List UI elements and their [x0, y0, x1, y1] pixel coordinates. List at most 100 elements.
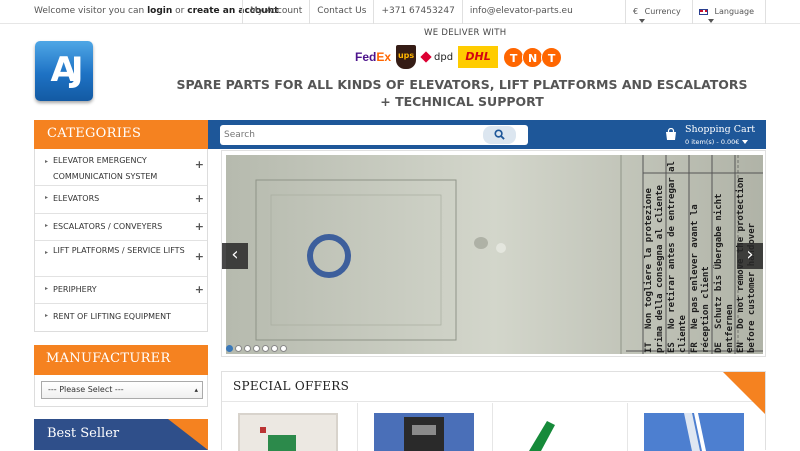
bullet-icon: ▸ [45, 194, 49, 201]
language-dropdown[interactable]: Language [692, 0, 766, 24]
category-label: ELEVATORS [53, 194, 100, 203]
manufacturer-box: --- Please Select --- ▴ [34, 375, 208, 407]
chevron-down-icon [742, 140, 749, 144]
slider-pagination [226, 345, 289, 352]
slider-dot[interactable] [253, 345, 260, 352]
slider-prev-button[interactable]: ‹ [222, 243, 248, 269]
label-code: IT [644, 342, 654, 353]
product-image[interactable] [374, 413, 474, 451]
site-logo[interactable]: AJ [35, 41, 93, 101]
best-seller-title: Best Seller [47, 426, 120, 441]
slider-dot[interactable] [280, 345, 287, 352]
product-card[interactable] [222, 403, 358, 451]
search-bar: Shopping Cart 0 item(s) - 0.00€ [208, 120, 766, 149]
fedex-logo: FedEx [355, 50, 392, 64]
uk-flag-icon [699, 8, 708, 15]
bullet-icon: ▸ [45, 285, 49, 292]
label-code: DE [714, 342, 724, 353]
category-item[interactable]: ▸ ELEVATORS + [35, 186, 207, 214]
email-link[interactable]: info@elevator-parts.eu [461, 0, 580, 24]
tnt-logo: TNT [503, 46, 563, 68]
categories-heading: CATEGORIES [34, 120, 208, 149]
expand-icon[interactable]: + [195, 249, 204, 265]
shopping-cart[interactable]: Shopping Cart 0 item(s) - 0.00€ [655, 120, 766, 149]
best-seller-heading: Best Seller [34, 419, 208, 450]
product-image[interactable] [238, 413, 338, 451]
slide-image: EN Do not remove the protection before c… [226, 155, 763, 354]
slider-next-button[interactable]: › [737, 243, 763, 269]
chevron-right-icon: › [746, 244, 754, 265]
select-arrows-icon: ▴ [194, 386, 198, 394]
bullet-icon: ▸ [45, 312, 49, 319]
currency-label: Currency [644, 7, 681, 16]
expand-icon[interactable]: + [195, 157, 204, 173]
category-label: LIFT PLATFORMS / SERVICE LIFTS [53, 246, 185, 255]
category-item[interactable]: ▸ ESCALATORS / CONVEYERS + [35, 214, 207, 241]
bullet-icon: ▸ [45, 222, 49, 229]
slider-dot[interactable] [226, 345, 233, 352]
manufacturer-selected: --- Please Select --- [48, 385, 124, 394]
deliver-label: WE DELIVER WITH [424, 28, 507, 38]
manufacturer-heading: MANUFACTURER [34, 345, 208, 375]
my-account-link[interactable]: My Account [242, 0, 309, 24]
category-label: ESCALATORS / CONVEYERS [53, 222, 163, 231]
bullet-icon: ▸ [45, 249, 49, 256]
label-text: Ne pas enlever avant la réception client [690, 204, 711, 353]
chevron-down-icon [708, 18, 714, 23]
slider-dot[interactable] [262, 345, 269, 352]
shopping-bag-icon [666, 128, 676, 140]
site-tagline: SPARE PARTS FOR ALL KINDS OF ELEVATORS, … [176, 77, 748, 109]
login-link[interactable]: login [147, 6, 172, 16]
carrier-logos: FedEx ups dpd DHL TNT [355, 42, 565, 72]
manufacturer-select[interactable]: --- Please Select --- ▴ [41, 381, 203, 399]
logo-text: AJ [50, 50, 84, 90]
label-code: ES [667, 342, 677, 353]
label-code: FR [690, 342, 700, 353]
chevron-down-icon [639, 18, 645, 23]
label-text: No retirar antes de entregar al cliente [667, 160, 688, 353]
expand-icon[interactable]: + [195, 192, 204, 205]
welcome-or: or [175, 6, 185, 16]
dhl-logo: DHL [458, 46, 499, 68]
language-label: Language [714, 7, 755, 16]
special-offers-heading: SPECIAL OFFERS [222, 372, 765, 402]
search-icon [494, 129, 505, 140]
ups-logo: ups [396, 45, 417, 69]
category-item[interactable]: ▸ PERIPHERY + [35, 277, 207, 304]
product-card[interactable] [628, 403, 765, 451]
label-row-es: ES No retirar antes de entregar al clien… [667, 157, 689, 353]
category-item[interactable]: ▸ RENT OF LIFTING EQUIPMENT [35, 304, 207, 331]
slider-dot[interactable] [235, 345, 242, 352]
currency-dropdown[interactable]: € Currency [625, 0, 692, 24]
special-offers-section: SPECIAL OFFERS [221, 371, 766, 451]
slider-dot[interactable] [271, 345, 278, 352]
label-text: Non togliere la protezione prima della c… [644, 185, 665, 353]
bullet-icon: ▸ [45, 158, 49, 165]
cart-title: Shopping Cart [685, 124, 756, 135]
dpd-logo: dpd [420, 50, 453, 63]
category-item[interactable]: ▸ LIFT PLATFORMS / SERVICE LIFTS + [35, 241, 207, 277]
top-bar: Welcome visitor you can login or create … [0, 0, 800, 24]
top-links: My Account Contact Us +371 67453247 info… [242, 0, 580, 24]
category-label: PERIPHERY [53, 285, 97, 294]
product-image[interactable] [509, 413, 609, 451]
product-card[interactable] [493, 403, 628, 451]
contact-us-link[interactable]: Contact Us [309, 0, 373, 24]
cart-summary: 0 item(s) - 0.00€ [685, 138, 749, 146]
search-button[interactable] [483, 126, 516, 144]
categories-list: ▸ ELEVATOR EMERGENCY COMMUNICATION SYSTE… [34, 149, 208, 332]
label-text: Schutz bis Übergabe nicht entfernen [714, 193, 735, 353]
welcome-prefix: Welcome visitor you can [34, 6, 145, 16]
phone-link[interactable]: +371 67453247 [373, 0, 461, 24]
product-image[interactable] [644, 413, 744, 451]
label-row-de: DE Schutz bis Übergabe nicht entfernen [714, 157, 736, 353]
expand-icon[interactable]: + [195, 283, 204, 296]
slider-dot[interactable] [244, 345, 251, 352]
label-code: EN [736, 342, 746, 353]
category-label: RENT OF LIFTING EQUIPMENT [53, 312, 171, 321]
expand-icon[interactable]: + [195, 220, 204, 233]
category-item[interactable]: ▸ ELEVATOR EMERGENCY COMMUNICATION SYSTE… [35, 149, 207, 186]
search-input[interactable] [220, 125, 528, 145]
corner-decoration [168, 419, 208, 450]
product-card[interactable] [358, 403, 493, 451]
